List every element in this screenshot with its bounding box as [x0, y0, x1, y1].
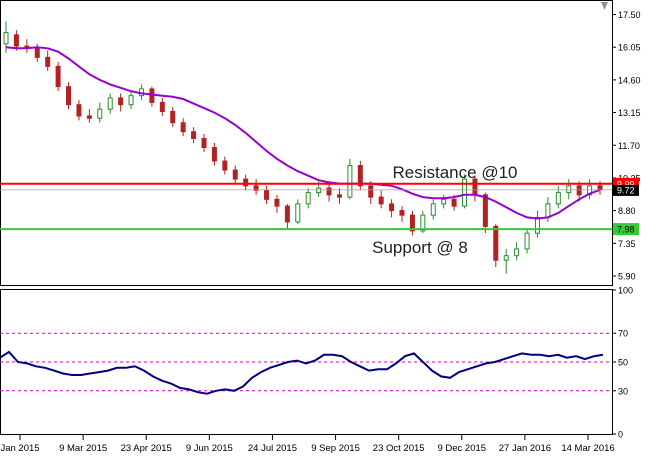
price-axis-label: 11.70	[618, 141, 640, 151]
time-axis-label: 9 Jun 2015	[186, 443, 233, 454]
candle-body	[430, 203, 436, 216]
time-axis-label: 9 Sep 2015	[311, 443, 360, 454]
current-price-label: 9.72	[617, 185, 635, 195]
candle-body	[503, 255, 509, 261]
candle-body	[170, 110, 176, 124]
candle-body	[191, 131, 197, 139]
candle-body	[159, 101, 165, 112]
candle-body	[232, 169, 238, 180]
candle-body	[368, 185, 374, 198]
chart-window: 17.5016.0514.6013.1511.7010.258.807.355.…	[0, 0, 652, 461]
candle-body	[97, 108, 103, 119]
candle-body	[305, 192, 311, 205]
oscillator-axis-label: 50	[618, 358, 628, 368]
oscillator-axis-label: 100	[618, 286, 633, 296]
candle-body	[336, 194, 342, 198]
candle-body	[264, 189, 270, 200]
candle-body	[576, 185, 582, 196]
candle-body	[13, 34, 19, 47]
price-axis-label: 8.80	[618, 206, 636, 216]
candle-body	[180, 122, 186, 133]
candle-body	[118, 97, 124, 106]
candle-body	[222, 160, 228, 171]
candle-body	[34, 47, 40, 58]
price-axis-label: 16.05	[618, 43, 641, 53]
support-annotation: Support @ 8	[372, 238, 468, 257]
candle-body	[545, 203, 551, 218]
candle-body	[566, 185, 572, 194]
candle-body	[524, 232, 530, 250]
candle-body	[378, 196, 384, 205]
candle-body	[3, 32, 9, 45]
candle-body	[45, 56, 51, 67]
candle-body	[389, 203, 395, 212]
price-axis-label: 7.35	[618, 239, 636, 249]
candle-body	[482, 194, 488, 227]
candle-body	[86, 115, 92, 119]
candle-body	[284, 205, 290, 223]
time-axis-label: 23 Oct 2015	[373, 443, 425, 454]
candle-body	[107, 97, 113, 110]
candle-body	[451, 198, 457, 207]
candle-body	[597, 185, 603, 191]
candle-body	[295, 203, 301, 223]
candle-body	[55, 65, 61, 88]
candle-body	[326, 187, 332, 196]
time-axis-label: 14 Mar 2016	[561, 443, 614, 454]
candle-body	[441, 198, 447, 205]
candle-body	[243, 178, 249, 187]
candle-body	[534, 216, 540, 234]
time-axis-label: 27 Jan 2016	[499, 443, 551, 454]
resistance-annotation: Resistance @10	[393, 163, 518, 182]
candle-body	[555, 192, 561, 205]
oscillator-axis-label: 70	[618, 329, 628, 339]
candle-body	[399, 210, 405, 216]
candle-body	[347, 165, 353, 198]
candle-body	[274, 198, 280, 207]
time-axis-label: 23 Apr 2015	[121, 443, 172, 454]
candle-body	[493, 225, 499, 261]
candle-body	[66, 86, 72, 106]
oscillator-axis-label: 0	[618, 430, 623, 440]
time-axis-label: 24 Jul 2015	[248, 443, 297, 454]
candle-body	[76, 104, 82, 117]
price-chart-svg: 17.5016.0514.6013.1511.7010.258.807.355.…	[0, 0, 652, 461]
price-axis-label: 17.50	[618, 10, 641, 20]
time-axis-label: 9 Dec 2015	[437, 443, 486, 454]
candle-body	[128, 95, 134, 106]
candle-body	[211, 147, 217, 162]
price-axis-label: 13.15	[618, 108, 641, 118]
candle-body	[514, 248, 520, 257]
candle-body	[201, 137, 207, 149]
time-axis-label: 9 Mar 2015	[59, 443, 107, 454]
candle-body	[316, 187, 322, 194]
support-price-label: 7.98	[617, 225, 635, 235]
price-axis-label: 14.60	[618, 75, 641, 85]
oscillator-axis-label: 30	[618, 386, 628, 396]
price-axis-label: 5.90	[618, 271, 636, 281]
time-axis-label: Jan 2015	[0, 443, 39, 454]
